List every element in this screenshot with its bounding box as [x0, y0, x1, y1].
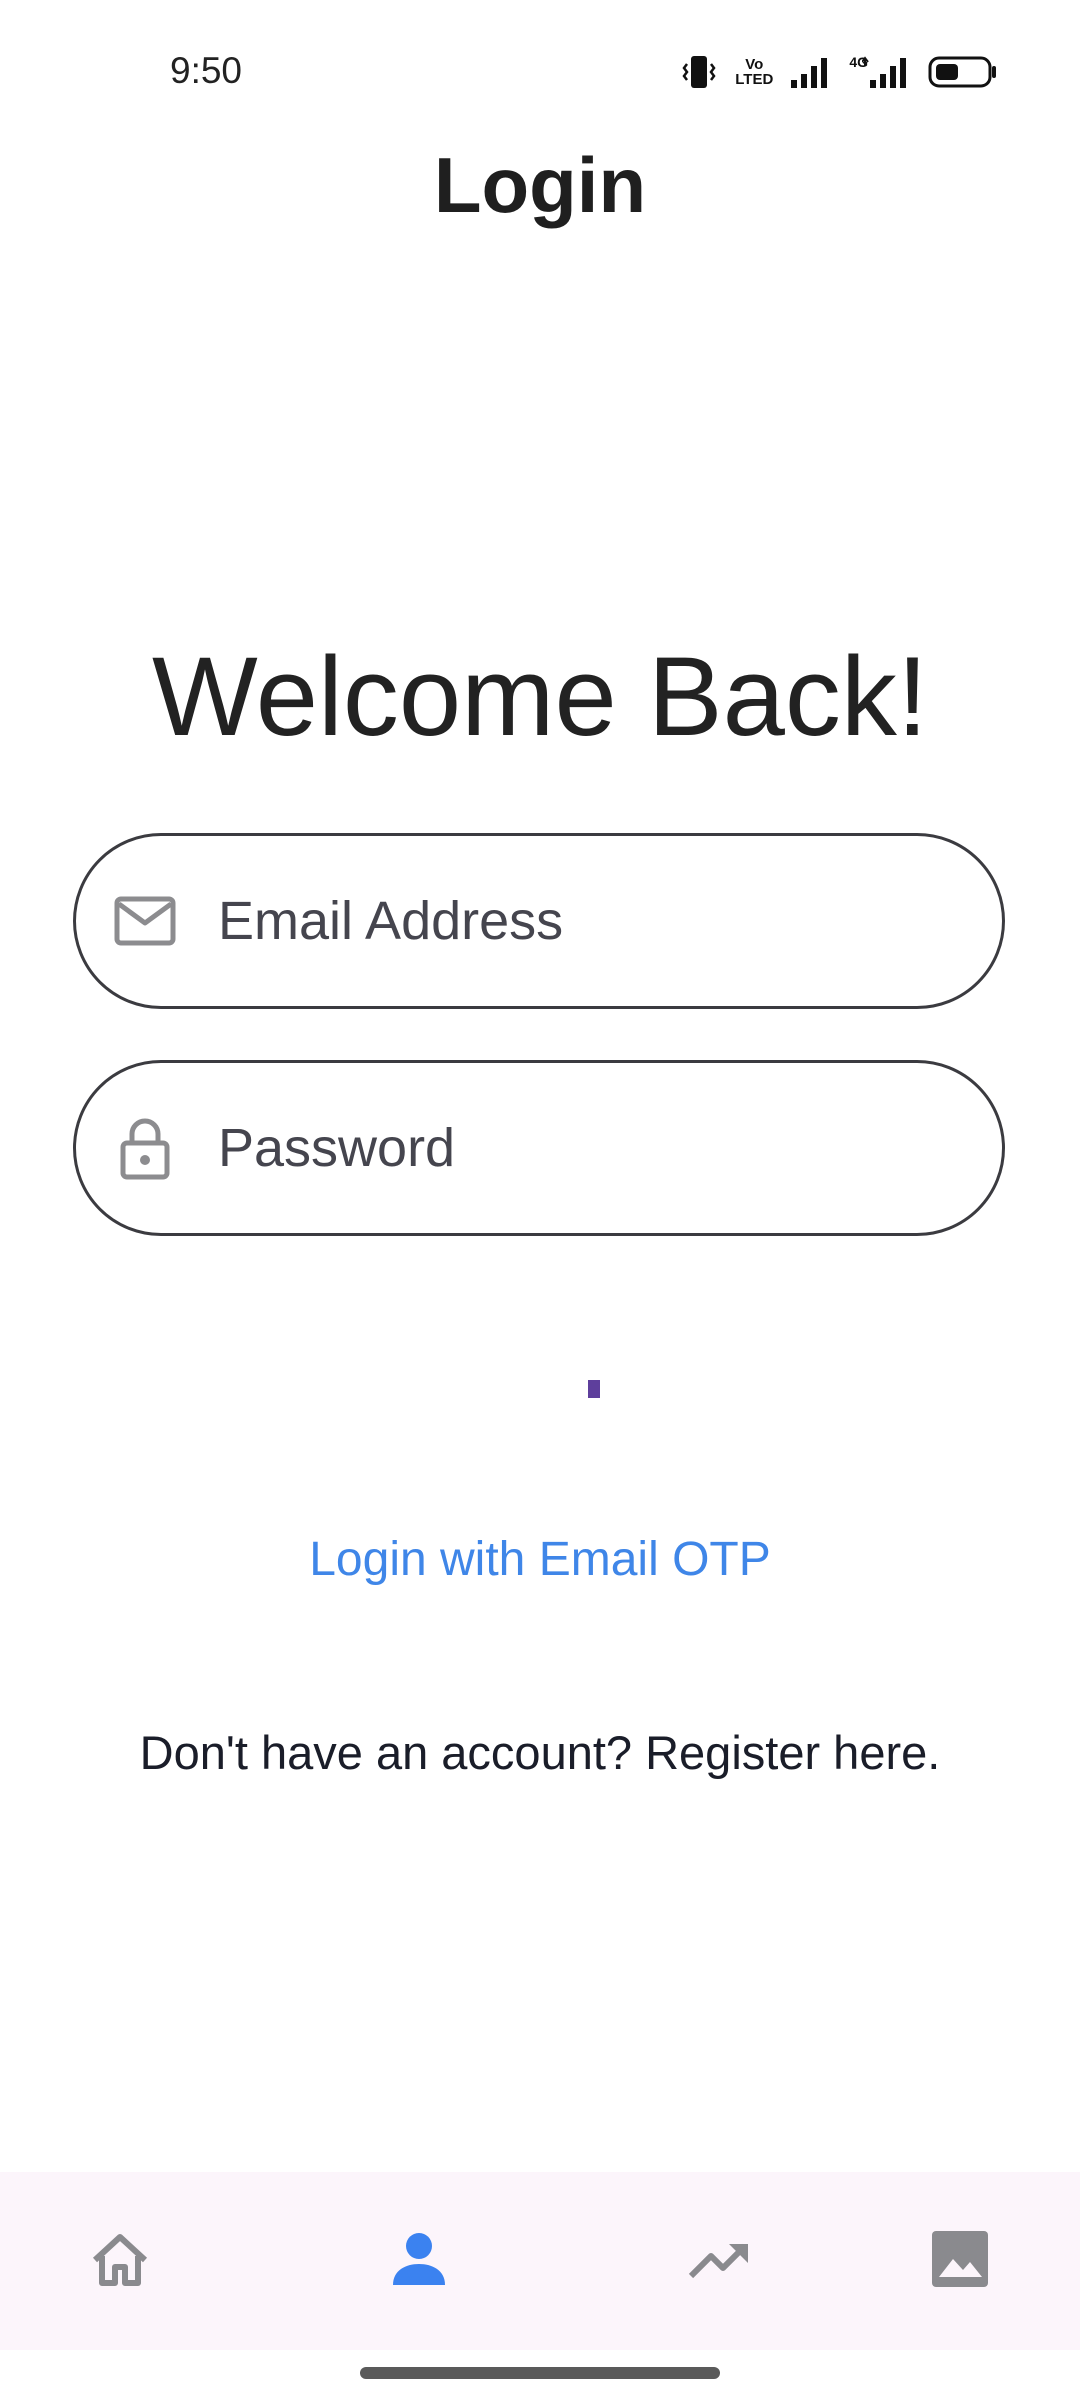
email-input[interactable] — [216, 889, 940, 953]
volte-bottom-label: LTED — [735, 71, 774, 88]
loading-spinner — [588, 1380, 600, 1398]
volte-icon: Vo LTED — [735, 57, 773, 87]
nav-item-profile[interactable] — [339, 2172, 499, 2350]
email-field[interactable] — [73, 833, 1005, 1009]
volte-top-label: Vo — [745, 56, 764, 73]
image-icon — [931, 2230, 989, 2293]
login-with-otp-link[interactable]: Login with Email OTP — [0, 1532, 1080, 1587]
status-time: 9:50 — [170, 50, 243, 91]
signal-4g-icon: 4G — [849, 54, 912, 90]
nav-item-home[interactable] — [40, 2172, 200, 2350]
password-input[interactable] — [216, 1116, 940, 1180]
page-title: Login — [433, 141, 647, 229]
home-icon — [89, 2230, 151, 2293]
register-link[interactable]: Don't have an account? Register here. — [0, 1725, 1080, 1780]
signal-icon — [789, 54, 833, 90]
welcome-heading: Welcome Back! — [152, 634, 928, 759]
mail-icon — [112, 888, 178, 954]
nav-item-trends[interactable] — [640, 2172, 800, 2350]
lock-icon — [112, 1115, 178, 1181]
status-bar: 9:50 Vo LTED 4G — [0, 0, 1080, 130]
home-indicator[interactable] — [360, 2367, 720, 2379]
vibrate-icon — [679, 52, 719, 92]
person-icon — [391, 2231, 447, 2292]
trending-up-icon — [687, 2237, 753, 2286]
battery-icon — [928, 54, 998, 90]
status-icons: Vo LTED 4G — [679, 50, 998, 94]
nav-item-gallery[interactable] — [880, 2172, 1040, 2350]
password-field[interactable] — [73, 1060, 1005, 1236]
bottom-navigation — [0, 2172, 1080, 2350]
